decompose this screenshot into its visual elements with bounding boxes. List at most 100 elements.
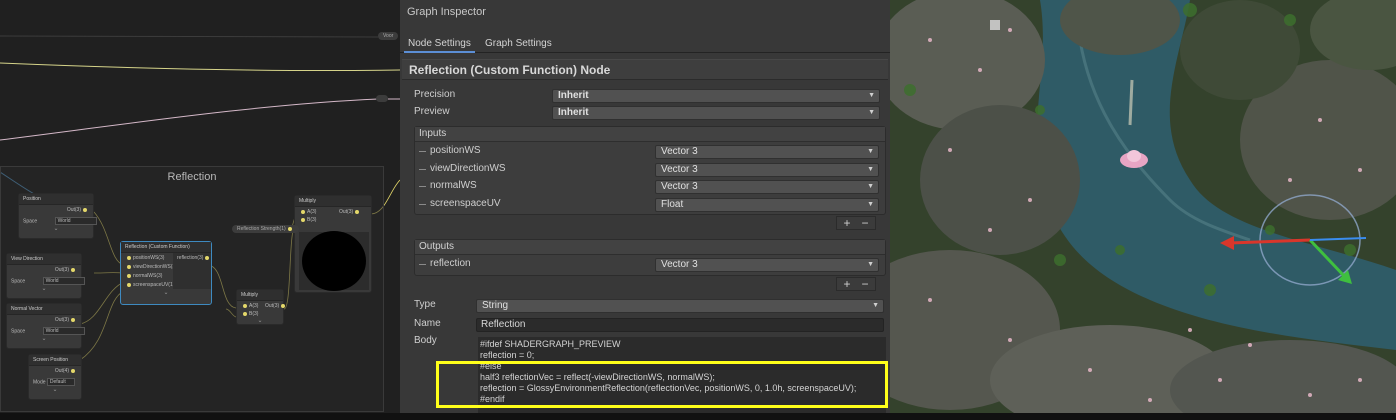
screen-position-node[interactable]: Screen Position Out(4) Mode Default ⌄	[28, 354, 82, 400]
input-name: screenspaceUV	[430, 198, 501, 209]
scene-view[interactable]	[890, 0, 1396, 420]
outputs-add-remove: + −	[836, 277, 876, 291]
node-title: Multiply	[237, 290, 283, 301]
input-type-dropdown[interactable]: Vector 3 ▼	[655, 180, 879, 194]
chevron-down-icon[interactable]: ⌄	[29, 386, 81, 393]
input-port[interactable]: viewDirectionWS(3)	[121, 262, 177, 271]
input-port[interactable]: screenspaceUV(1)	[121, 280, 174, 289]
chevron-down-icon[interactable]: ⌄	[121, 289, 211, 296]
position-node[interactable]: Position Out(3) Space World ⌄	[18, 193, 97, 239]
output-port[interactable]: reflection(3)	[173, 253, 211, 262]
output-port[interactable]: Out(3)	[261, 301, 291, 309]
graph-property-pill[interactable]: Voor	[378, 32, 399, 40]
node-preview	[299, 231, 369, 291]
chevron-down-icon: ▼	[868, 109, 875, 116]
bottom-bar	[0, 413, 1396, 420]
chevron-down-icon: ▼	[867, 261, 874, 268]
node-title: Position	[19, 194, 93, 205]
reflection-strength-pill[interactable]: Reflection Strength(1)	[232, 225, 299, 233]
drag-handle-icon[interactable]	[419, 264, 426, 265]
body-label: Body	[414, 335, 437, 346]
drag-handle-icon[interactable]	[419, 169, 426, 170]
code-line: #ifdef SHADERGRAPH_PREVIEW	[480, 339, 621, 349]
input-name: positionWS	[430, 145, 481, 156]
outputs-list: Outputs reflection Vector 3 ▼	[414, 239, 886, 276]
preview-dropdown[interactable]: Inherit ▼	[552, 106, 880, 120]
space-dropdown[interactable]: World	[42, 327, 85, 335]
input-row[interactable]: viewDirectionWS Vector 3 ▼	[415, 161, 885, 179]
chevron-down-icon[interactable]: ⌄	[19, 225, 93, 232]
node-output[interactable]: Out(3)	[7, 315, 81, 325]
node-title: View Direction	[7, 254, 81, 265]
node-space-row: Space World	[7, 275, 85, 285]
input-port[interactable]: A(3)	[237, 301, 261, 309]
input-name: normalWS	[430, 180, 477, 191]
scene-render	[890, 0, 1396, 420]
mode-dropdown[interactable]: Default	[46, 378, 75, 386]
group-title: Reflection	[167, 171, 217, 183]
highlight-box	[436, 361, 888, 408]
name-label: Name	[414, 318, 441, 329]
property-pill-label: Voor	[383, 33, 394, 39]
output-name: reflection	[430, 258, 471, 269]
inspector-title: Graph Inspector	[400, 0, 890, 26]
space-dropdown[interactable]: World	[42, 277, 85, 285]
inspector-tabs: Node Settings Graph Settings	[400, 37, 890, 53]
input-port[interactable]: A(3)	[295, 207, 335, 215]
input-type-dropdown[interactable]: Vector 3 ▼	[655, 163, 879, 177]
node-mode-row: Mode Default	[29, 376, 81, 386]
add-output-button[interactable]: +	[838, 278, 856, 290]
multiply-node-preview[interactable]: Multiply A(3) B(3) Out(3)	[294, 195, 372, 293]
input-row[interactable]: positionWS Vector 3 ▼	[415, 143, 885, 161]
view-direction-node[interactable]: View Direction Out(3) Space World ⌄	[6, 253, 85, 299]
output-row[interactable]: reflection Vector 3 ▼	[415, 256, 885, 274]
node-output[interactable]: Out(3)	[19, 205, 93, 215]
tab-graph-settings[interactable]: Graph Settings	[481, 37, 556, 53]
node-space-row: Space World	[7, 325, 85, 335]
drag-handle-icon[interactable]	[419, 186, 426, 187]
type-label: Type	[414, 299, 436, 310]
name-input[interactable]: Reflection	[476, 318, 884, 332]
reflection-custom-function-node[interactable]: Reflection (Custom Function) positionWS(…	[120, 241, 212, 305]
chevron-down-icon: ▼	[867, 148, 874, 155]
preview-label: Preview	[414, 106, 450, 117]
shader-graph-canvas[interactable]: Voor Reflection Position Out(3) Space Wo…	[0, 0, 400, 420]
output-port[interactable]: Out(3)	[335, 207, 365, 215]
preview-sphere	[302, 231, 366, 291]
input-port[interactable]: positionWS(3)	[121, 253, 173, 262]
input-type-dropdown[interactable]: Float ▼	[655, 198, 879, 212]
chevron-down-icon[interactable]: ⌄	[7, 335, 81, 342]
multiply-node-small[interactable]: Multiply A(3) B(3) Out(3) ⌄	[236, 289, 286, 325]
normal-vector-node[interactable]: Normal Vector Out(3) Space World ⌄	[6, 303, 85, 349]
remove-output-button[interactable]: −	[856, 278, 874, 290]
type-dropdown[interactable]: String ▼	[476, 299, 884, 313]
chevron-down-icon: ▼	[868, 92, 875, 99]
chevron-down-icon[interactable]: ⌄	[7, 285, 81, 292]
node-output[interactable]: Out(4)	[29, 366, 81, 376]
chevron-down-icon: ▼	[867, 183, 874, 190]
chevron-down-icon[interactable]: ⌄	[237, 317, 283, 324]
input-port[interactable]: B(3)	[295, 215, 335, 223]
input-row[interactable]: normalWS Vector 3 ▼	[415, 178, 885, 196]
input-port[interactable]: B(3)	[237, 309, 261, 317]
drag-handle-icon[interactable]	[419, 151, 426, 152]
precision-dropdown[interactable]: Inherit ▼	[552, 89, 880, 103]
inputs-list: Inputs positionWS Vector 3 ▼ viewDirectio…	[414, 126, 886, 215]
graph-reroute-pill[interactable]	[376, 95, 388, 102]
node-title: Reflection (Custom Function) Node	[402, 59, 888, 80]
node-space-row: Space World	[19, 215, 97, 225]
drag-handle-icon[interactable]	[419, 204, 426, 205]
tab-node-settings[interactable]: Node Settings	[404, 37, 475, 53]
pill-label: Reflection Strength(1)	[237, 226, 286, 232]
inputs-add-remove: + −	[836, 216, 876, 230]
screenshot-root: Voor Reflection Position Out(3) Space Wo…	[0, 0, 1396, 420]
add-input-button[interactable]: +	[838, 217, 856, 229]
input-row[interactable]: screenspaceUV Float ▼	[415, 196, 885, 214]
outputs-header: Outputs	[415, 240, 885, 255]
input-type-dropdown[interactable]: Vector 3 ▼	[655, 145, 879, 159]
input-port[interactable]: normalWS(3)	[121, 271, 173, 280]
space-dropdown[interactable]: World	[54, 217, 97, 225]
output-type-dropdown[interactable]: Vector 3 ▼	[655, 258, 879, 272]
remove-input-button[interactable]: −	[856, 217, 874, 229]
node-output[interactable]: Out(3)	[7, 265, 81, 275]
